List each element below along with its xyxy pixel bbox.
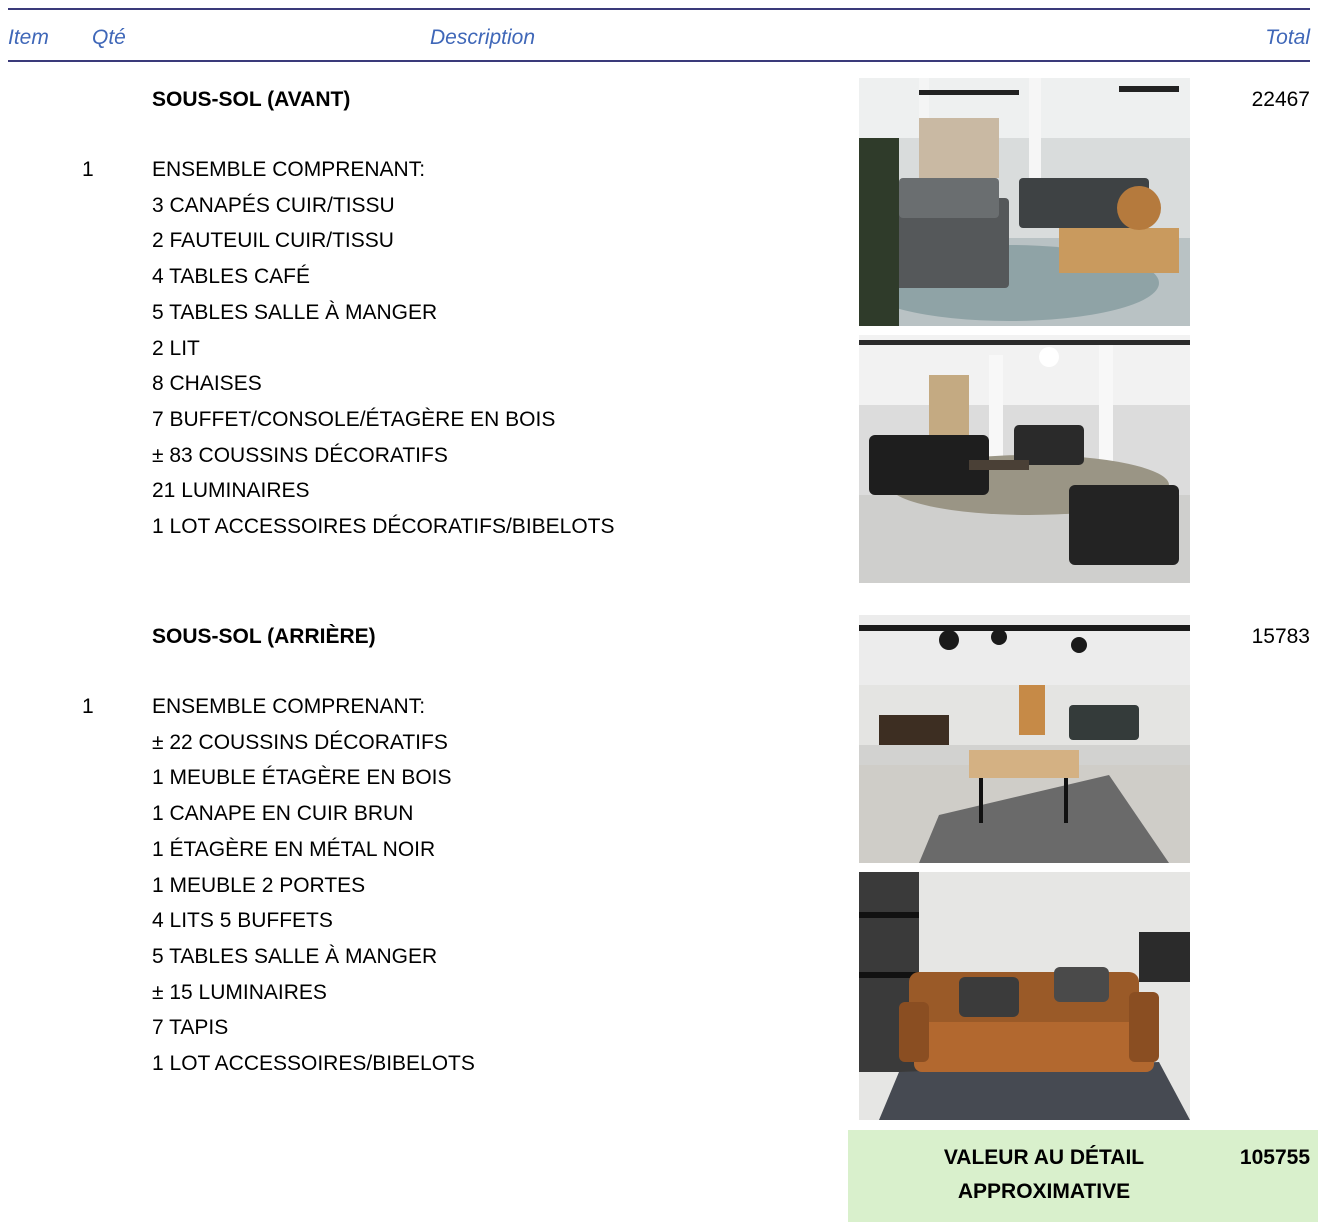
- line-item: 1 ÉTAGÈRE EN MÉTAL NOIR: [152, 837, 436, 861]
- header-top-rule: [8, 8, 1310, 10]
- line-item: 1 LOT ACCESSOIRES/BIBELOTS: [152, 1052, 475, 1076]
- section-total-avant: 22467: [1251, 88, 1310, 111]
- line-item: ± 22 COUSSINS DÉCORATIFS: [152, 730, 448, 754]
- line-item: 5 TABLES SALLE À MANGER: [152, 300, 438, 324]
- section-title-arriere: SOUS-SOL (ARRIÈRE): [152, 625, 376, 648]
- line-item: ± 83 COUSSINS DÉCORATIFS: [152, 443, 448, 467]
- section-qty-arriere: 1: [82, 695, 94, 718]
- summary-box: VALEUR AU DÉTAIL APPROXIMATIVE 105755: [848, 1130, 1318, 1222]
- line-item: 4 TABLES CAFÉ: [152, 265, 310, 289]
- line-item: 8 CHAISES: [152, 372, 262, 396]
- section-lines-arriere: ENSEMBLE COMPRENANT: ± 22 COUSSINS DÉCOR…: [152, 689, 475, 1082]
- section-qty-avant: 1: [82, 158, 94, 181]
- section-lines-avant: ENSEMBLE COMPRENANT: 3 CANAPÉS CUIR/TISS…: [152, 152, 615, 545]
- section-title-avant: SOUS-SOL (AVANT): [152, 88, 351, 111]
- summary-label: VALEUR AU DÉTAIL APPROXIMATIVE: [943, 1146, 1145, 1203]
- line-item: ± 15 LUMINAIRES: [152, 980, 327, 1004]
- summary-value: 105755: [1239, 1146, 1310, 1169]
- section-total-arriere: 15783: [1251, 625, 1310, 648]
- line-item: ENSEMBLE COMPRENANT:: [152, 158, 426, 181]
- photo-showroom-front-1: [859, 78, 1190, 326]
- column-header-description: Description: [430, 26, 536, 49]
- line-item: 2 FAUTEUIL CUIR/TISSU: [152, 229, 394, 253]
- line-item: 2 LIT: [152, 336, 200, 360]
- photo-showroom-front-2: [859, 335, 1190, 583]
- line-item: 3 CANAPÉS CUIR/TISSU: [152, 193, 395, 217]
- header-bottom-rule: [8, 60, 1310, 62]
- line-item: 7 TAPIS: [152, 1016, 229, 1040]
- line-item: 1 CANAPE EN CUIR BRUN: [152, 802, 414, 826]
- photo-showroom-back-2: [859, 872, 1190, 1120]
- line-item: 1 LOT ACCESSOIRES DÉCORATIFS/BIBELOTS: [152, 515, 615, 539]
- line-item: 4 LITS 5 BUFFETS: [152, 909, 333, 933]
- line-item: 1 MEUBLE 2 PORTES: [152, 873, 366, 897]
- column-header-total: Total: [1265, 26, 1310, 49]
- photo-showroom-back-1: [859, 615, 1190, 863]
- column-header-qty: Qté: [92, 26, 126, 49]
- line-item: 21 LUMINAIRES: [152, 479, 310, 503]
- line-item: 7 BUFFET/CONSOLE/ÉTAGÈRE EN BOIS: [152, 407, 556, 431]
- line-item: ENSEMBLE COMPRENANT:: [152, 695, 426, 718]
- column-header-item: Item: [8, 26, 49, 49]
- line-item: 5 TABLES SALLE À MANGER: [152, 944, 438, 968]
- line-item: 1 MEUBLE ÉTAGÈRE EN BOIS: [152, 766, 452, 790]
